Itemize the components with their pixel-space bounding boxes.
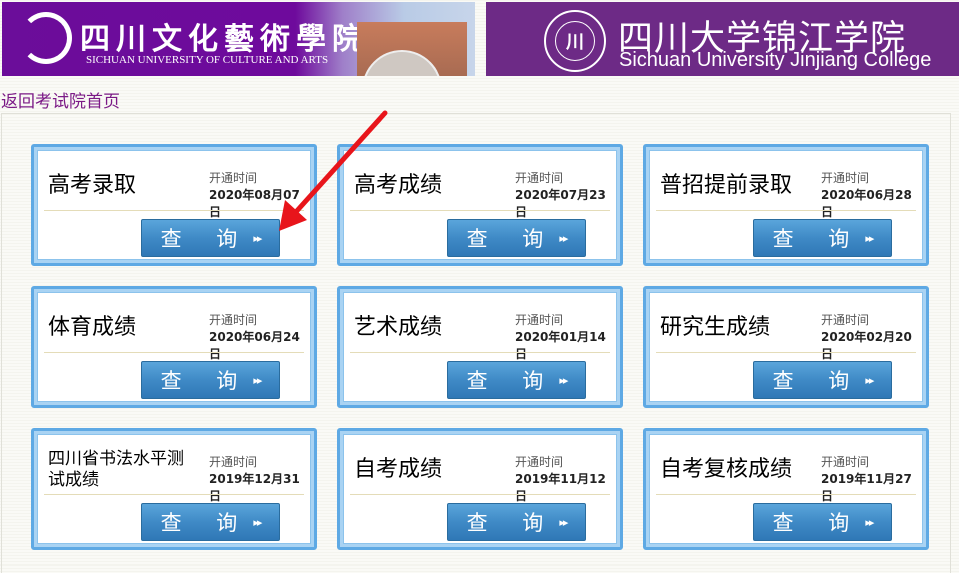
query-button[interactable]: 查 询 ▸▸ (141, 503, 280, 541)
double-chevron-right-icon: ▸▸ (559, 373, 568, 387)
card-title: 高考录取 (48, 173, 137, 198)
query-card: 体育成绩 开通时间 2020年06月24日 查 询 ▸▸ (31, 286, 317, 408)
card-body: 高考成绩 开通时间 2020年07月23日 查 询 ▸▸ (343, 150, 617, 260)
open-date: 2019年11月12日 (515, 472, 606, 503)
divider (656, 352, 916, 353)
open-date: 2020年01月14日 (515, 330, 606, 361)
query-button[interactable]: 查 询 ▸▸ (141, 361, 280, 399)
query-card: 高考录取 开通时间 2020年08月07日 查 询 ▸▸ (31, 144, 317, 266)
double-chevron-right-icon: ▸▸ (865, 373, 874, 387)
open-date: 2020年06月28日 (821, 188, 912, 219)
banner-name-en: SICHUAN UNIVERSITY OF CULTURE AND ARTS (86, 54, 329, 66)
query-card: 自考复核成绩 开通时间 2019年11月27日 查 询 ▸▸ (643, 428, 929, 550)
query-button[interactable]: 查 询 ▸▸ (753, 361, 892, 399)
card-title: 普招提前录取 (660, 173, 793, 198)
open-time-label: 开通时间 (821, 313, 870, 327)
query-button-label: 查 询 (466, 369, 558, 393)
card-title: 艺术成绩 (354, 315, 443, 340)
university-logo-icon (20, 12, 72, 64)
banner-name-cn: 四川文化藝術學院 (80, 22, 368, 57)
divider (350, 210, 610, 211)
query-card: 研究生成绩 开通时间 2020年02月20日 查 询 ▸▸ (643, 286, 929, 408)
card-body: 高考录取 开通时间 2020年08月07日 查 询 ▸▸ (37, 150, 311, 260)
query-button[interactable]: 查 询 ▸▸ (447, 219, 586, 257)
divider (350, 352, 610, 353)
card-body: 体育成绩 开通时间 2020年06月24日 查 询 ▸▸ (37, 292, 311, 402)
query-card: 高考成绩 开通时间 2020年07月23日 查 询 ▸▸ (337, 144, 623, 266)
query-button-label: 查 询 (772, 511, 864, 535)
open-date: 2020年07月23日 (515, 188, 606, 219)
open-time-label: 开通时间 (515, 171, 564, 185)
query-card: 四川省书法水平测试成绩 开通时间 2019年12月31日 查 询 ▸▸ (31, 428, 317, 550)
double-chevron-right-icon: ▸▸ (253, 515, 262, 529)
card-body: 研究生成绩 开通时间 2020年02月20日 查 询 ▸▸ (649, 292, 923, 402)
college-seal-icon: 川 (544, 10, 606, 72)
divider (44, 352, 304, 353)
query-button-label: 查 询 (466, 511, 558, 535)
open-time-label: 开通时间 (209, 455, 258, 469)
query-card: 艺术成绩 开通时间 2020年01月14日 查 询 ▸▸ (337, 286, 623, 408)
open-date: 2020年02月20日 (821, 330, 912, 361)
divider (656, 494, 916, 495)
query-button[interactable]: 查 询 ▸▸ (753, 503, 892, 541)
query-button-label: 查 询 (160, 511, 252, 535)
card-title: 研究生成绩 (660, 315, 771, 340)
query-button-label: 查 询 (466, 227, 558, 251)
card-title: 高考成绩 (354, 173, 443, 198)
divider (350, 494, 610, 495)
open-time-label: 开通时间 (821, 455, 870, 469)
query-button[interactable]: 查 询 ▸▸ (141, 219, 280, 257)
card-title: 自考复核成绩 (660, 457, 793, 482)
open-time-label: 开通时间 (515, 455, 564, 469)
open-date: 2019年11月27日 (821, 472, 912, 503)
open-date: 2020年08月07日 (209, 188, 300, 219)
card-body: 艺术成绩 开通时间 2020年01月14日 查 询 ▸▸ (343, 292, 617, 402)
card-title: 四川省书法水平测试成绩 (48, 449, 184, 490)
query-button[interactable]: 查 询 ▸▸ (447, 503, 586, 541)
open-time-label: 开通时间 (821, 171, 870, 185)
back-to-exam-home-link[interactable]: 返回考试院首页 (1, 87, 120, 112)
divider (44, 494, 304, 495)
double-chevron-right-icon: ▸▸ (559, 231, 568, 245)
double-chevron-right-icon: ▸▸ (865, 515, 874, 529)
query-card: 普招提前录取 开通时间 2020年06月28日 查 询 ▸▸ (643, 144, 929, 266)
card-body: 自考成绩 开通时间 2019年11月12日 查 询 ▸▸ (343, 434, 617, 544)
open-time-label: 开通时间 (515, 313, 564, 327)
banner-name-en: Sichuan University Jinjiang College (619, 49, 932, 71)
open-date: 2019年12月31日 (209, 472, 300, 503)
double-chevron-right-icon: ▸▸ (865, 231, 874, 245)
divider (656, 210, 916, 211)
query-button[interactable]: 查 询 ▸▸ (447, 361, 586, 399)
double-chevron-right-icon: ▸▸ (559, 515, 568, 529)
seal-text: 川 (555, 21, 595, 61)
divider (44, 210, 304, 211)
query-button[interactable]: 查 询 ▸▸ (753, 219, 892, 257)
query-button-label: 查 询 (772, 369, 864, 393)
card-body: 四川省书法水平测试成绩 开通时间 2019年12月31日 查 询 ▸▸ (37, 434, 311, 544)
query-button-label: 查 询 (772, 227, 864, 251)
open-time-label: 开通时间 (209, 171, 258, 185)
card-title: 体育成绩 (48, 315, 137, 340)
double-chevron-right-icon: ▸▸ (253, 231, 262, 245)
open-date: 2020年06月24日 (209, 330, 300, 361)
card-title: 自考成绩 (354, 457, 443, 482)
sichuan-culture-arts-banner: 四川文化藝術學院 SICHUAN UNIVERSITY OF CULTURE A… (2, 2, 475, 76)
double-chevron-right-icon: ▸▸ (253, 373, 262, 387)
jinjiang-college-banner: 川 四川大学锦江学院 Sichuan University Jinjiang C… (486, 2, 959, 76)
card-body: 自考复核成绩 开通时间 2019年11月27日 查 询 ▸▸ (649, 434, 923, 544)
query-button-label: 查 询 (160, 227, 252, 251)
query-card: 自考成绩 开通时间 2019年11月12日 查 询 ▸▸ (337, 428, 623, 550)
open-time-label: 开通时间 (209, 313, 258, 327)
query-button-label: 查 询 (160, 369, 252, 393)
card-body: 普招提前录取 开通时间 2020年06月28日 查 询 ▸▸ (649, 150, 923, 260)
